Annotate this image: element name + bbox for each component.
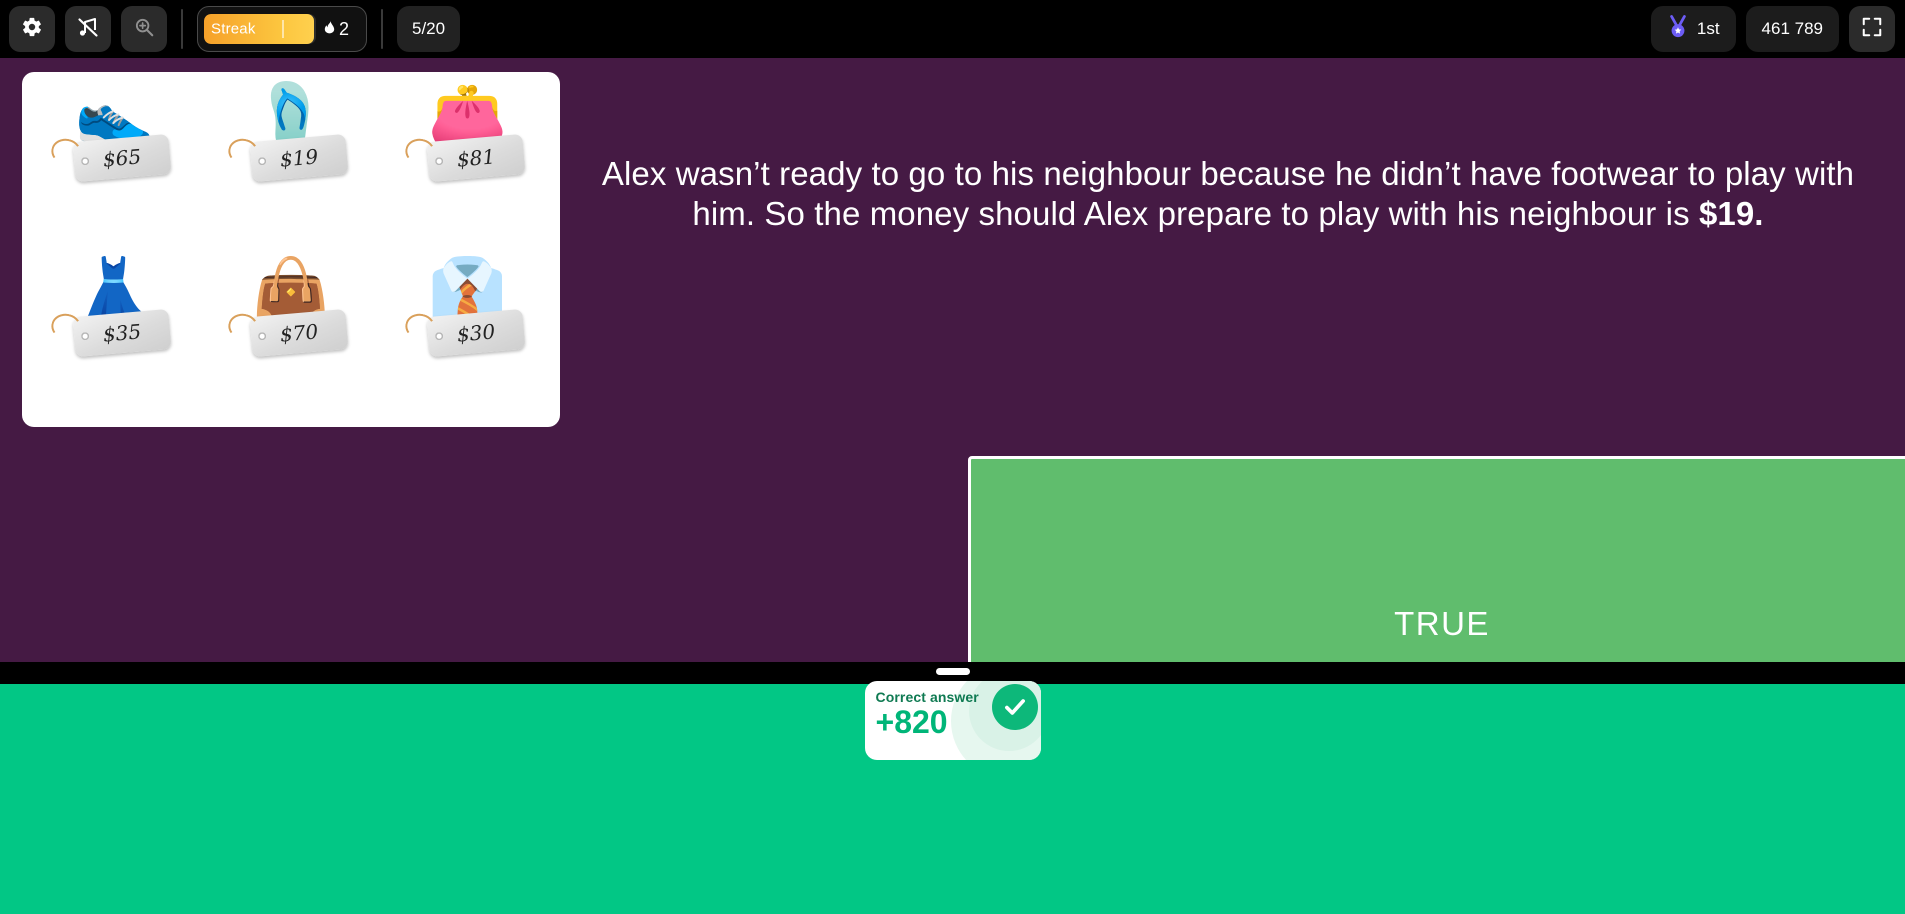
settings-button[interactable] [9,6,55,52]
price-tag: $70 [249,308,349,357]
price-tag: $30 [426,308,526,357]
price-item: 🩴 $19 [203,78,380,253]
price-tag: $35 [72,308,172,357]
price-tag: $81 [426,133,526,183]
sound-toggle-button[interactable] [65,6,111,52]
fullscreen-icon [1861,16,1883,43]
stage-inner: 👟 $65 🩴 $19 👛 $81 👗 $35 👜 $70 👔 $30 Alex… [8,58,1905,791]
streak-progress-track: Streak [204,14,316,44]
price-item-grid: 👟 $65 🩴 $19 👛 $81 👗 $35 👜 $70 👔 $30 [22,72,560,427]
price-tag: $19 [249,133,349,183]
medal-icon [1667,14,1689,44]
check-icon [991,684,1038,730]
question-progress: 5/20 [397,6,461,52]
question-text: Alex wasn’t ready to go to his neighbour… [568,154,1888,233]
result-banner: Correct answer +820 [0,681,1905,914]
rank-badge[interactable]: 1st [1650,6,1736,52]
toolbar-left-group: Streak 2 5/20 [0,6,461,52]
question-text-main: Alex wasn’t ready to go to his neighbour… [601,155,1855,232]
answer-option-label: TRUE [1394,604,1490,642]
gear-icon [21,16,43,43]
flame-icon [322,17,337,41]
question-image-card: 👟 $65 🩴 $19 👛 $81 👗 $35 👜 $70 👔 $30 [22,72,560,427]
rank-label: 1st [1696,19,1720,38]
toolbar-right-group: 1st 461 789 [1650,6,1905,52]
zoom-in-button[interactable] [121,6,167,52]
toolbar-divider-right [381,9,383,49]
result-card: Correct answer +820 [864,681,1041,760]
price-item: 👜 $70 [203,253,380,428]
price-item: 👟 $65 [26,78,203,253]
toolbar-divider-left [181,9,183,49]
streak-label: Streak [211,20,256,38]
streak-progress-tick [282,20,284,38]
streak-meter: Streak 2 [197,6,367,52]
fullscreen-button[interactable] [1849,6,1895,52]
score-badge: 461 789 [1745,6,1839,52]
price-item: 👗 $35 [26,253,203,428]
price-tag: $65 [72,133,172,183]
zoom-in-icon [133,16,155,43]
streak-count: 2 [339,18,350,39]
music-muted-icon [76,15,100,44]
question-text-highlight: $19. [1698,194,1764,232]
question-stage: 👟 $65 🩴 $19 👛 $81 👗 $35 👜 $70 👔 $30 Alex… [0,58,1905,791]
price-item: 👛 $81 [379,78,556,253]
drag-handle[interactable] [935,668,970,675]
top-toolbar: Streak 2 5/20 1st 461 789 [0,0,1905,58]
streak-count-group: 2 [322,17,349,41]
price-item: 👔 $30 [379,253,556,428]
